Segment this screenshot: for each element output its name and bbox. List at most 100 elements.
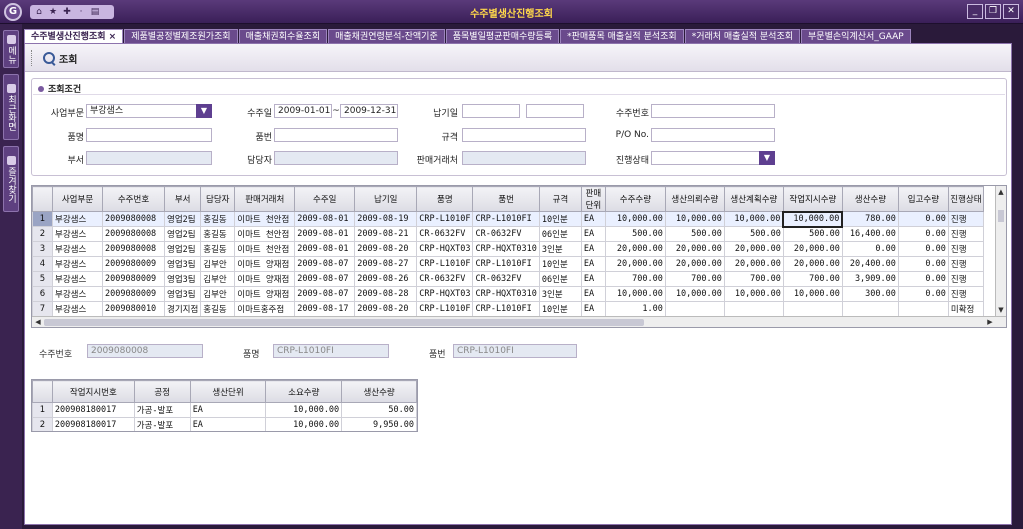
order-date-from-input[interactable]: 2009-01-01	[274, 104, 332, 118]
table-cell: 홍길동	[200, 301, 236, 317]
table-row[interactable]: 4 부강샘스 2009080009 영업3팀 김부안 이마트 양재점 2009-08-07 2…	[32, 256, 984, 272]
table-cell: 2009080009	[102, 271, 165, 287]
tab-label: 수주별생산진행조회	[31, 32, 106, 42]
tab-daily-avg-sales[interactable]: 품목별일평균판매수량등록	[445, 29, 560, 43]
item-name-input[interactable]	[86, 128, 212, 142]
minimize-icon[interactable]: _	[967, 4, 983, 19]
order-no-label: 수주번호	[615, 109, 649, 119]
column-header[interactable]: 납기일	[354, 186, 418, 212]
spec-input[interactable]	[462, 128, 586, 142]
column-header[interactable]: 수주수량	[604, 186, 666, 212]
column-header[interactable]: 품명	[416, 186, 474, 212]
tab-receivable-collection[interactable]: 매출채권회수율조회	[238, 29, 328, 43]
restore-icon[interactable]: ❐	[985, 4, 1001, 19]
scroll-down-icon[interactable]: ▼	[996, 305, 1006, 315]
column-header[interactable]: 품번	[472, 186, 540, 212]
vertical-scrollbar[interactable]: ▲ ▼	[995, 186, 1006, 317]
chevron-down-icon[interactable]: ▼	[759, 151, 775, 165]
order-no-input[interactable]	[651, 104, 775, 118]
column-header[interactable]: 생산계획수량	[723, 186, 784, 212]
column-header[interactable]: 생산의뢰수량	[664, 186, 725, 212]
scroll-thumb[interactable]	[44, 319, 644, 326]
tab-item-sales-analysis[interactable]: *판매품목 매출실적 분석조회	[560, 29, 684, 43]
scroll-up-icon[interactable]: ▲	[996, 187, 1006, 197]
column-header[interactable]: 생산수량	[841, 186, 899, 212]
column-header[interactable]: 입고수량	[897, 186, 949, 212]
table-row[interactable]: 5 부강샘스 2009080009 영업3팀 김부안 이마트 양재점 2009-08-07 2…	[32, 271, 984, 287]
sidebar-tab-recent[interactable]: 최근화면	[3, 74, 19, 140]
column-header[interactable]: 생산수량	[341, 380, 417, 403]
tab-division-pl[interactable]: 부문별손익계산서_GAAP	[801, 29, 911, 43]
table-row[interactable]: 6 부강샘스 2009080009 영업3팀 김부안 이마트 양재점 2009-08-07 2…	[32, 286, 984, 302]
column-header[interactable]: 규격	[538, 186, 582, 212]
detail-item-name-field[interactable]: CRP-L1010FI	[273, 344, 389, 358]
tab-order-production-progress[interactable]: 수주별생산진행조회 ×	[24, 29, 124, 43]
table-cell: 경기지점	[163, 301, 202, 317]
horizontal-scrollbar[interactable]: ◀ ▶	[32, 316, 1006, 327]
tab-product-process-cost[interactable]: 제품별공정별제조원가조회	[124, 29, 238, 43]
column-header[interactable]: 공정	[133, 380, 191, 403]
po-input[interactable]	[651, 128, 775, 142]
manager-input[interactable]	[274, 151, 398, 165]
business-select[interactable]: 부강샘스 ▼	[86, 104, 212, 118]
table-cell: 가공-발포	[133, 417, 191, 431]
table-cell: 300.00	[841, 286, 899, 302]
tab-close-icon[interactable]: ×	[109, 32, 117, 42]
column-header[interactable]: 판매거래처	[234, 186, 296, 212]
delivery-date-to-input[interactable]	[526, 104, 584, 118]
delivery-date-from-input[interactable]	[462, 104, 520, 118]
table-row[interactable]: 1 200908180017 가공-발포 EA 10,000.00 50.00	[32, 402, 417, 418]
table-row[interactable]: 2 부강샘스 2009080008 영업2팀 홍길동 이마트 천안점 2009-08-01 2…	[32, 226, 984, 242]
customer-input[interactable]	[462, 151, 586, 165]
scroll-left-icon[interactable]: ◀	[33, 317, 43, 327]
table-cell: CRP-L1010F	[416, 301, 474, 317]
column-header[interactable]: 담당자	[200, 186, 236, 212]
column-header[interactable]: 부서	[163, 186, 202, 212]
table-row[interactable]: 1 부강샘스 2009080008 영업2팀 홍길동 이마트 천안점 2009-08-01 2…	[32, 210, 984, 228]
table-row[interactable]: 7 부강샘스 2009080010 경기지점 홍길동 이마트홍주점 2009-08-17 20…	[32, 301, 984, 317]
detail-order-no-field[interactable]: 2009080008	[87, 344, 203, 358]
table-cell: 김부안	[200, 256, 236, 272]
table-cell: 부강샘스	[52, 256, 103, 272]
table-cell: 10,000.00	[664, 286, 725, 302]
table-cell	[841, 301, 899, 317]
column-header[interactable]: 진행상태	[947, 186, 984, 212]
column-header[interactable]: 작업지시번호	[51, 380, 135, 403]
table-cell: 부강샘스	[52, 286, 103, 302]
dept-label: 부서	[67, 156, 84, 166]
sidebar-tab-menu[interactable]: 메뉴	[3, 30, 19, 68]
order-date-label: 수주일	[247, 109, 272, 119]
table-cell: 2009-08-19	[354, 211, 418, 227]
order-date-to-input[interactable]: 2009-12-31	[340, 104, 398, 118]
table-cell: 2009-08-07	[294, 271, 356, 287]
table-row[interactable]: 2 200908180017 가공-발포 EA 10,000.00 9,950.00	[32, 417, 417, 431]
item-no-input[interactable]	[274, 128, 398, 142]
table-cell: 700.00	[723, 271, 784, 287]
column-header[interactable]: 판매 단위	[580, 186, 606, 212]
scroll-right-icon[interactable]: ▶	[985, 317, 995, 327]
dept-input[interactable]	[86, 151, 212, 165]
table-cell: 10,000.00	[723, 211, 784, 227]
table-cell: 10,000.00	[604, 211, 666, 227]
column-header[interactable]: 수주번호	[102, 186, 165, 212]
close-icon[interactable]: ✕	[1003, 4, 1019, 19]
status-select[interactable]: ▼	[651, 151, 775, 165]
tab-customer-sales-analysis[interactable]: *거래처 매출실적 분석조회	[684, 29, 801, 43]
column-header[interactable]: 사업부문	[52, 186, 103, 212]
sidebar-tab-favorites[interactable]: 즐겨찾기	[3, 146, 19, 212]
table-cell: 미확정	[947, 301, 984, 317]
status-label: 진행상태	[615, 156, 649, 166]
title-bar: G ⌂ ★ ✚ · ▤ 수주별생산진행조회 _ ❐ ✕	[0, 0, 1023, 24]
table-cell: 2009-08-26	[354, 271, 418, 287]
column-header[interactable]: 수주일	[294, 186, 356, 212]
table-row[interactable]: 3 부강샘스 2009080008 영업2팀 홍길동 이마트 천안점 2009-08-01 2…	[32, 241, 984, 257]
column-header[interactable]: 작업지시수량	[782, 186, 843, 212]
search-button[interactable]: 조회	[43, 50, 77, 66]
column-header[interactable]: 소요수량	[265, 380, 343, 403]
detail-item-no-field[interactable]: CRP-L1010FI	[453, 344, 577, 358]
column-header[interactable]: 생산단위	[189, 380, 267, 403]
chevron-down-icon[interactable]: ▼	[196, 104, 212, 118]
table-cell: EA	[189, 402, 267, 418]
tab-receivable-aging[interactable]: 매출채권연령분석-잔액기준	[328, 29, 445, 43]
scroll-thumb[interactable]	[998, 210, 1004, 222]
